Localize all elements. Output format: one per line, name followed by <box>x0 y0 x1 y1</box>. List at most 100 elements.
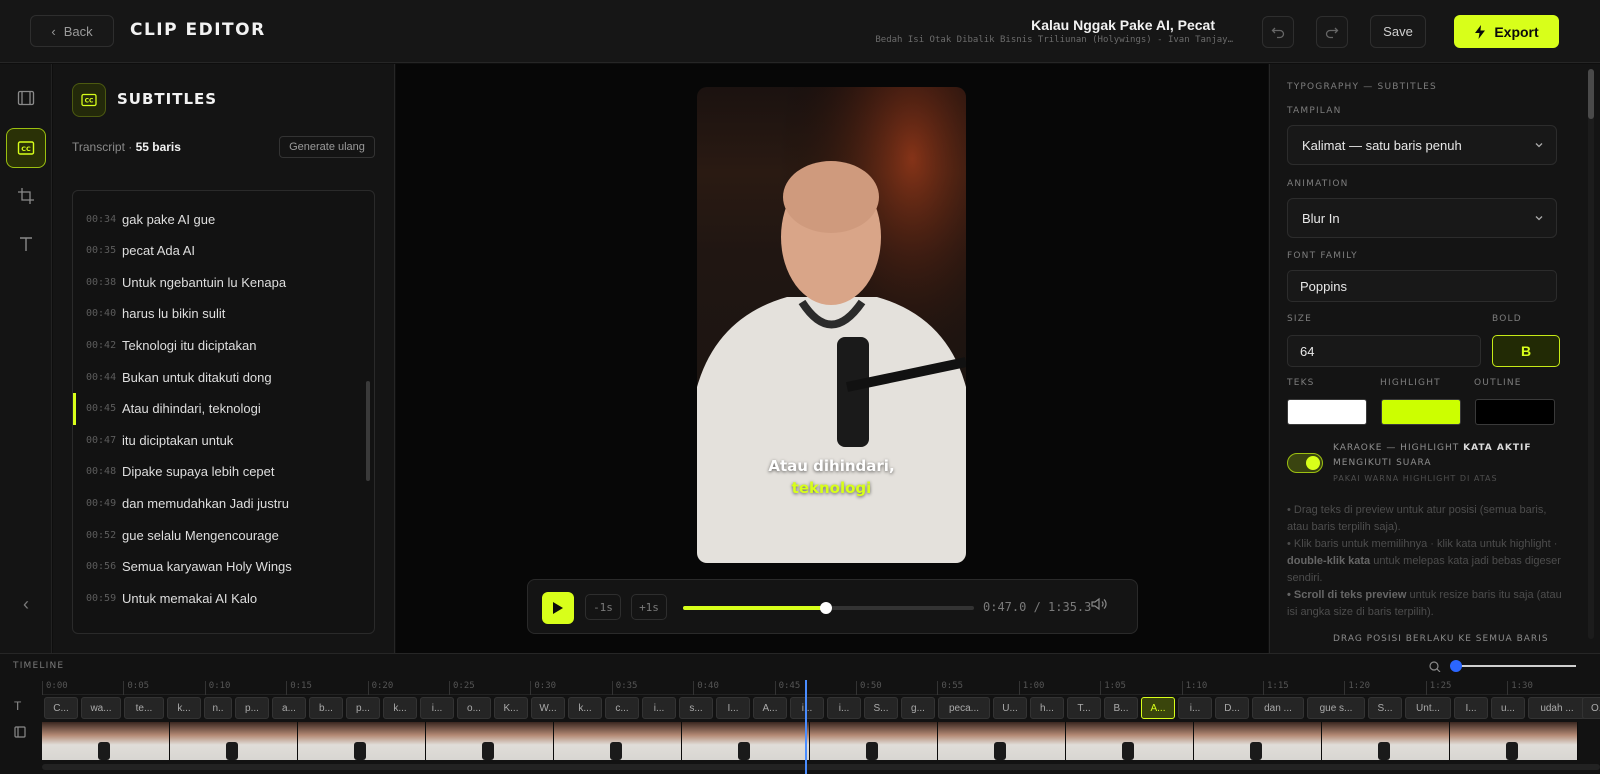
list-scrollbar[interactable] <box>366 381 370 481</box>
seek-handle[interactable] <box>819 602 832 614</box>
subtitle-chip[interactable]: te... <box>124 697 164 719</box>
caption-line-1[interactable]: Atau dihindari, <box>697 457 966 475</box>
subtitle-chip[interactable]: b... <box>309 697 343 719</box>
subtitle-chip[interactable]: W... <box>531 697 565 719</box>
row-text[interactable]: pecat Ada AI <box>122 243 195 258</box>
skip-back-button[interactable]: -1s <box>585 594 621 620</box>
collapse-panel-button[interactable]: ‹ <box>6 584 46 624</box>
subtitle-chip[interactable]: Unt... <box>1405 697 1451 719</box>
subtitle-chip[interactable]: i... <box>1178 697 1212 719</box>
subtitle-chip[interactable]: T... <box>1067 697 1101 719</box>
redo-button[interactable] <box>1316 16 1348 48</box>
row-text[interactable]: Atau dihindari, teknologi <box>122 401 261 416</box>
row-text[interactable]: Teknologi itu diciptakan <box>122 338 256 353</box>
row-text[interactable]: dan memudahkan Jadi justru <box>122 496 289 511</box>
font-family-input[interactable]: Poppins <box>1287 270 1557 302</box>
subtitle-chip[interactable]: B... <box>1104 697 1138 719</box>
export-button[interactable]: Export <box>1454 15 1559 48</box>
subtitle-chip[interactable]: h... <box>1030 697 1064 719</box>
transcript-row[interactable]: 00:49 dan memudahkan Jadi justru <box>73 487 363 519</box>
highlight-color-swatch[interactable] <box>1381 399 1461 425</box>
subtitle-chip[interactable]: k... <box>383 697 417 719</box>
back-button[interactable]: ‹ Back <box>30 15 114 47</box>
subtitle-chip[interactable]: D... <box>1215 697 1249 719</box>
rail-subtitles-button[interactable]: CC <box>6 128 46 168</box>
animation-select[interactable]: Blur In <box>1287 198 1557 238</box>
transcript-row[interactable]: 00:52 gue selalu Mengencourage <box>73 519 363 551</box>
timeline-zoom-slider[interactable] <box>1428 660 1578 672</box>
row-text[interactable]: Semua karyawan Holy Wings <box>122 559 292 574</box>
seek-bar[interactable] <box>683 602 974 614</box>
subtitle-chip[interactable]: S... <box>864 697 898 719</box>
subtitle-chip[interactable]: C... <box>44 697 78 719</box>
video-preview[interactable]: Atau dihindari, teknologi <box>697 87 966 563</box>
row-text[interactable]: harus lu bikin sulit <box>122 306 225 321</box>
row-text[interactable]: gue selalu Mengencourage <box>122 528 279 543</box>
tampilan-select[interactable]: Kalimat — satu baris penuh <box>1287 125 1557 165</box>
transcript-list[interactable]: 00:34 gak pake AI gue 00:35 pecat Ada AI 00:… <box>72 190 375 634</box>
save-button[interactable]: Save <box>1370 15 1426 48</box>
transcript-row[interactable]: 00:34 gak pake AI gue <box>73 203 363 235</box>
rail-clips-button[interactable] <box>6 78 46 118</box>
subtitle-chip[interactable]: g... <box>901 697 935 719</box>
subtitle-chip[interactable]: i... <box>420 697 454 719</box>
subtitle-chip[interactable]: K... <box>494 697 528 719</box>
row-text[interactable]: Dipake supaya lebih cepet <box>122 464 275 479</box>
subtitle-chip[interactable]: A... <box>753 697 787 719</box>
subtitle-chip[interactable]: O... <box>1582 697 1600 719</box>
volume-button[interactable] <box>1091 597 1107 616</box>
subtitle-chip[interactable]: o... <box>457 697 491 719</box>
transcript-row[interactable]: 00:48 Dipake supaya lebih cepet <box>73 456 363 488</box>
subtitle-track[interactable]: C... wa... te... k... n.. p... a... b... p... k..… <box>42 697 1600 720</box>
playhead[interactable] <box>805 680 807 774</box>
subtitle-chip[interactable]: A... <box>1141 697 1175 719</box>
subtitle-chip[interactable]: k... <box>568 697 602 719</box>
subtitle-chip[interactable]: dan ... <box>1252 697 1304 719</box>
transcript-row[interactable]: 00:42 Teknologi itu diciptakan <box>73 329 363 361</box>
subtitle-chip[interactable]: n.. <box>204 697 232 719</box>
subtitle-chip[interactable]: i... <box>827 697 861 719</box>
transcript-row[interactable]: 00:35 pecat Ada AI <box>73 235 363 267</box>
subtitle-chip[interactable]: I... <box>1454 697 1488 719</box>
subtitle-chip[interactable]: udah ... <box>1528 697 1586 719</box>
transcript-row[interactable]: 00:40 harus lu bikin sulit <box>73 298 363 330</box>
transcript-row[interactable]: 00:59 Untuk memakai AI Kalo <box>73 582 363 614</box>
bold-toggle[interactable]: B <box>1492 335 1560 367</box>
outline-color-swatch[interactable] <box>1475 399 1555 425</box>
panel-scrollbar[interactable] <box>1588 69 1594 639</box>
subtitle-chip[interactable]: S... <box>1368 697 1402 719</box>
subtitle-chip[interactable]: p... <box>346 697 380 719</box>
teks-color-swatch[interactable] <box>1287 399 1367 425</box>
skip-forward-button[interactable]: +1s <box>631 594 667 620</box>
transcript-row[interactable]: 00:47 itu diciptakan untuk <box>73 424 363 456</box>
subtitle-chip[interactable]: I... <box>716 697 750 719</box>
row-text[interactable]: Untuk ngebantuin lu Kenapa <box>122 275 286 290</box>
timeline-ruler[interactable]: 0:00 0:05 0:10 0:15 0:20 0:25 0:30 0:35 0:40 0:45… <box>42 679 1600 695</box>
subtitle-chip[interactable]: u... <box>1491 697 1525 719</box>
row-text[interactable]: gak pake AI gue <box>122 212 215 227</box>
row-text[interactable]: Untuk memakai AI Kalo <box>122 591 257 606</box>
rail-text-button[interactable] <box>6 224 46 264</box>
subtitle-chip[interactable]: i... <box>790 697 824 719</box>
subtitle-chip[interactable]: c... <box>605 697 639 719</box>
row-text[interactable]: itu diciptakan untuk <box>122 433 233 448</box>
subtitle-chip[interactable]: U... <box>993 697 1027 719</box>
transcript-row[interactable]: 00:44 Bukan untuk ditakuti dong <box>73 361 363 393</box>
row-text[interactable]: Bukan untuk ditakuti dong <box>122 370 272 385</box>
subtitle-chip[interactable]: k... <box>167 697 201 719</box>
subtitle-chip[interactable]: wa... <box>81 697 121 719</box>
transcript-row[interactable]: 00:56 Semua karyawan Holy Wings <box>73 551 363 583</box>
subtitle-chip[interactable]: gue s... <box>1307 697 1365 719</box>
subtitle-chip[interactable]: s... <box>679 697 713 719</box>
caption-line-2[interactable]: teknologi <box>697 479 966 497</box>
undo-button[interactable] <box>1262 16 1294 48</box>
video-track[interactable] <box>42 722 1600 760</box>
subtitle-chip[interactable]: p... <box>235 697 269 719</box>
transcript-row[interactable]: 00:45 Atau dihindari, teknologi <box>73 392 363 425</box>
transcript-row[interactable]: 00:38 Untuk ngebantuin lu Kenapa <box>73 266 363 298</box>
subtitle-chip[interactable]: peca... <box>938 697 990 719</box>
karaoke-toggle[interactable] <box>1287 453 1323 473</box>
panel-scrollbar-thumb[interactable] <box>1588 69 1594 119</box>
rail-crop-button[interactable] <box>6 176 46 216</box>
timeline-scrollbar[interactable] <box>42 764 1600 770</box>
